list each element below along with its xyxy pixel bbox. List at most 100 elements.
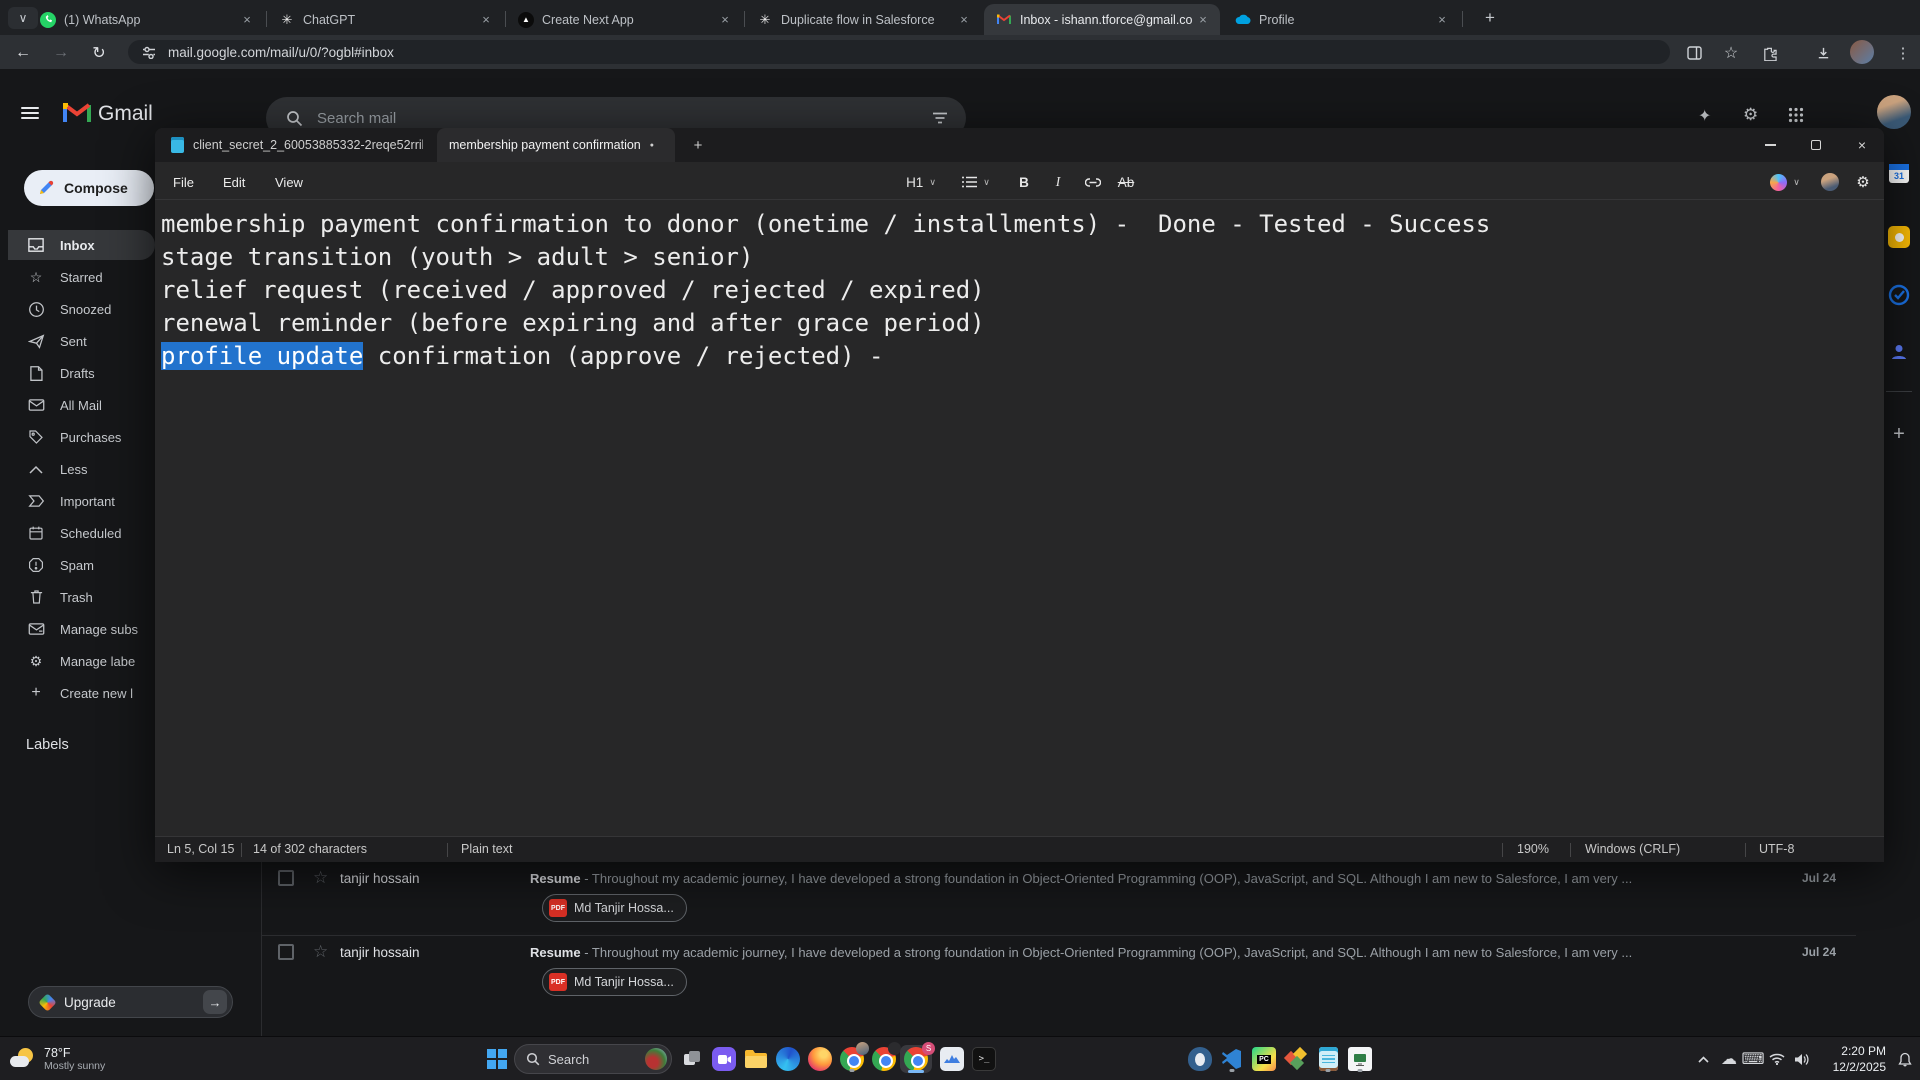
- calendar-icon[interactable]: 31: [1884, 158, 1914, 188]
- notepad-maximize-button[interactable]: [1793, 128, 1839, 162]
- tab-close-icon[interactable]: ×: [1433, 11, 1451, 29]
- colorful-diamond-app-icon[interactable]: [1282, 1045, 1310, 1073]
- notepad-close-button[interactable]: ×: [1839, 128, 1885, 162]
- browser-menu-icon[interactable]: ⋮: [1890, 40, 1916, 66]
- sidebar-item-manage-subscriptions[interactable]: Manage subs: [8, 614, 155, 644]
- gemini-sparkle-icon[interactable]: ✦: [1698, 106, 1711, 126]
- notification-bell-icon[interactable]: [1894, 1049, 1916, 1069]
- onedrive-cloud-icon[interactable]: ☁: [1718, 1049, 1740, 1069]
- file-explorer-icon[interactable]: [742, 1045, 770, 1073]
- notepad-minimize-button[interactable]: [1747, 128, 1793, 162]
- tasks-icon[interactable]: [1884, 280, 1914, 310]
- site-settings-icon[interactable]: [142, 45, 156, 59]
- sidebar-item-manage-labels[interactable]: ⚙ Manage labe: [8, 646, 155, 676]
- bold-button[interactable]: B: [1011, 169, 1037, 195]
- menu-view[interactable]: View: [265, 170, 313, 194]
- monitoring-app-icon[interactable]: [938, 1045, 966, 1073]
- tab-salesforce-chat[interactable]: ✳ Duplicate flow in Salesforce ×: [745, 4, 981, 35]
- side-panel-icon[interactable]: [1681, 40, 1707, 66]
- notepad-new-tab-button[interactable]: +: [683, 128, 713, 162]
- menu-file[interactable]: File: [163, 170, 204, 194]
- new-tab-button[interactable]: +: [1478, 6, 1502, 30]
- contacts-icon[interactable]: [1884, 337, 1914, 367]
- upgrade-button[interactable]: Upgrade →: [28, 986, 233, 1018]
- downloads-icon[interactable]: [1810, 40, 1836, 66]
- tab-gmail-inbox[interactable]: Inbox - ishann.tforce@gmail.co ×: [984, 4, 1220, 35]
- row-checkbox[interactable]: [278, 944, 294, 960]
- row-star-icon[interactable]: ☆: [313, 868, 328, 888]
- firefox-browser-icon[interactable]: [806, 1045, 834, 1073]
- search-icon[interactable]: [286, 110, 303, 127]
- tab-close-icon[interactable]: ×: [716, 11, 734, 29]
- sidebar-item-purchases[interactable]: Purchases: [8, 422, 155, 452]
- sidebar-item-trash[interactable]: Trash: [8, 582, 155, 612]
- address-bar[interactable]: mail.google.com/mail/u/0/?ogbl#inbox: [128, 40, 1670, 64]
- sidebar-item-sent[interactable]: Sent: [8, 326, 155, 356]
- google-apps-grid-icon[interactable]: [1788, 107, 1804, 128]
- notepad-settings-icon[interactable]: ⚙: [1849, 169, 1877, 195]
- sidebar-item-drafts[interactable]: Drafts: [8, 358, 155, 388]
- tab-whatsapp[interactable]: (1) WhatsApp ×: [28, 4, 264, 35]
- menu-edit[interactable]: Edit: [213, 170, 255, 194]
- mail-row[interactable]: ☆ tanjir hossain Resume - Throughout my …: [261, 868, 1856, 892]
- taskbar-search[interactable]: Search: [514, 1044, 672, 1074]
- row-checkbox[interactable]: [278, 870, 294, 886]
- chrome-profile1-icon[interactable]: [838, 1045, 866, 1073]
- mail-row[interactable]: ☆ tanjir hossain Resume - Throughout my …: [261, 942, 1856, 966]
- sidebar-item-starred[interactable]: ☆ Starred: [8, 262, 155, 292]
- gmail-account-avatar[interactable]: [1877, 95, 1911, 129]
- chrome-profile2-icon[interactable]: [870, 1045, 898, 1073]
- sidebar-item-all-mail[interactable]: All Mail: [8, 390, 155, 420]
- status-zoom-level[interactable]: 190%: [1517, 842, 1549, 856]
- copilot-button[interactable]: ∨: [1763, 169, 1807, 195]
- browser-profile-avatar[interactable]: [1850, 40, 1874, 64]
- italic-button[interactable]: I: [1045, 169, 1071, 195]
- notepad-tab-client-secret[interactable]: client_secret_2_60053885332-2reqe52rribc: [159, 128, 435, 162]
- touch-keyboard-icon[interactable]: ⌨: [1742, 1049, 1764, 1069]
- gmail-menu-button[interactable]: [21, 107, 39, 109]
- search-filter-icon[interactable]: [932, 111, 948, 125]
- sidebar-item-spam[interactable]: Spam: [8, 550, 155, 580]
- video-app-icon[interactable]: [710, 1045, 738, 1073]
- back-button[interactable]: ←: [10, 40, 36, 66]
- chrome-profile3-icon-active[interactable]: S: [900, 1045, 932, 1073]
- tray-expand-chevron-icon[interactable]: [1692, 1049, 1714, 1069]
- sidebar-item-inbox[interactable]: Inbox: [8, 230, 155, 260]
- notepad-tab-membership[interactable]: membership payment confirmation ●: [437, 128, 675, 162]
- compose-button[interactable]: Compose: [24, 170, 154, 206]
- notepad-editor[interactable]: membership payment confirmation to donor…: [155, 201, 1884, 836]
- notepad-app-icon[interactable]: [1314, 1045, 1342, 1073]
- status-line-endings[interactable]: Windows (CRLF): [1585, 842, 1680, 856]
- weather-widget[interactable]: 78°F Mostly sunny: [10, 1041, 160, 1077]
- notepad-account-avatar[interactable]: [1817, 169, 1843, 195]
- wifi-icon[interactable]: [1766, 1049, 1788, 1069]
- notepad-tabbar[interactable]: client_secret_2_60053885332-2reqe52rribc…: [155, 128, 1884, 162]
- tab-close-icon[interactable]: ×: [955, 11, 973, 29]
- sidebar-item-scheduled[interactable]: Scheduled: [8, 518, 155, 548]
- list-style-button[interactable]: ∨: [953, 169, 999, 195]
- attachment-chip[interactable]: PDF Md Tanjir Hossa...: [542, 968, 687, 996]
- tray-clock[interactable]: 2:20 PM 12/2/2025: [1816, 1043, 1886, 1075]
- clear-formatting-button[interactable]: Ab: [1111, 169, 1141, 195]
- postgresql-icon[interactable]: [1186, 1045, 1214, 1073]
- vscode-icon[interactable]: [1218, 1045, 1246, 1073]
- sidebar-item-important[interactable]: Important: [8, 486, 155, 516]
- tab-salesforce-profile[interactable]: Profile ×: [1223, 4, 1459, 35]
- pycharm-icon[interactable]: PC: [1250, 1045, 1278, 1073]
- tab-create-next-app[interactable]: ▲ Create Next App ×: [506, 4, 742, 35]
- tab-chatgpt[interactable]: ✳ ChatGPT ×: [267, 4, 503, 35]
- extensions-puzzle-icon[interactable]: [1756, 40, 1782, 66]
- tab-close-icon[interactable]: ×: [238, 11, 256, 29]
- sidebar-item-create-new-label[interactable]: + Create new l: [8, 678, 155, 708]
- insert-link-button[interactable]: [1079, 169, 1107, 195]
- reload-button[interactable]: ↻: [86, 40, 112, 66]
- tab-close-icon[interactable]: ×: [477, 11, 495, 29]
- taskpro-app-icon[interactable]: [1346, 1045, 1374, 1073]
- upgrade-arrow-icon[interactable]: →: [203, 990, 227, 1014]
- heading-style-button[interactable]: H1 ∨: [899, 169, 943, 195]
- attachment-chip[interactable]: PDF Md Tanjir Hossa...: [542, 894, 687, 922]
- get-addons-icon[interactable]: +: [1884, 419, 1914, 449]
- edge-browser-icon[interactable]: [774, 1045, 802, 1073]
- keep-icon[interactable]: [1884, 222, 1914, 252]
- terminal-icon[interactable]: >_: [970, 1045, 998, 1073]
